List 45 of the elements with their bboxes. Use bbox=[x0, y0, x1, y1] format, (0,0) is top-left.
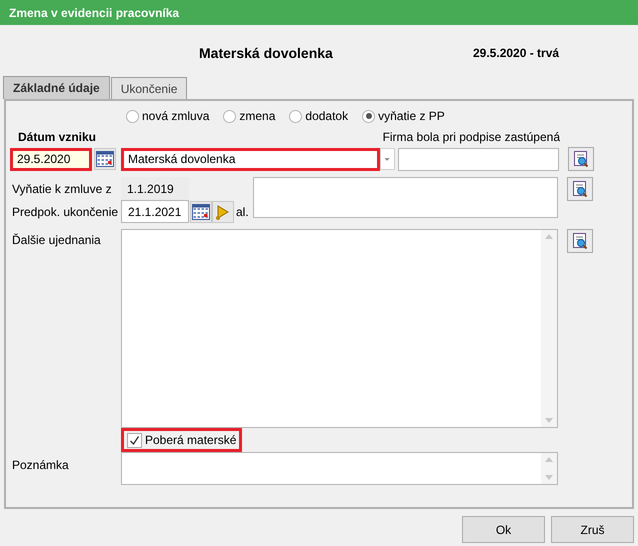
date-field[interactable]: 21.1.2021 bbox=[121, 200, 189, 223]
document-search-icon bbox=[572, 150, 590, 168]
radio-option[interactable]: nová zmluva bbox=[126, 109, 210, 123]
record-period: 29.5.2020 - trvá bbox=[473, 46, 560, 60]
text-area[interactable] bbox=[253, 177, 558, 218]
document-search-icon bbox=[571, 180, 589, 198]
tab[interactable]: Ukončenie bbox=[110, 77, 188, 99]
radio-option[interactable]: zmena bbox=[223, 109, 276, 123]
field-label: Poznámka bbox=[11, 457, 70, 472]
date-field[interactable]: 29.5.2020 bbox=[10, 148, 92, 170]
radio-button[interactable] bbox=[289, 110, 302, 122]
document-search-icon bbox=[571, 232, 589, 250]
radio-option[interactable]: dodatok bbox=[289, 109, 348, 123]
lookup-button[interactable] bbox=[567, 177, 593, 201]
scrollbar[interactable] bbox=[541, 230, 557, 427]
window-title: Zmena v evidencii pracovníka bbox=[9, 6, 180, 20]
reason-dropdown[interactable]: Materská dovolenka bbox=[121, 148, 380, 170]
field-label: Dátum vzniku bbox=[18, 130, 96, 144]
checkbox[interactable] bbox=[127, 432, 142, 448]
calendar-button[interactable] bbox=[94, 148, 116, 170]
dropdown-caret-icon[interactable] bbox=[380, 148, 395, 170]
radio-button[interactable] bbox=[362, 110, 376, 122]
radio-button[interactable] bbox=[126, 110, 139, 122]
dialog-button[interactable]: Zruš bbox=[551, 516, 634, 543]
field-label: Firma bola pri podpise zastúpená bbox=[382, 130, 560, 144]
radio-option[interactable]: vyňatie z PP bbox=[362, 109, 445, 123]
calendar-icon bbox=[96, 151, 114, 167]
readonly-field: 1.1.2019 bbox=[121, 177, 189, 200]
scrollbar[interactable] bbox=[541, 453, 557, 484]
checkbox-option[interactable]: Poberá materské bbox=[121, 428, 242, 452]
calendar-button[interactable] bbox=[190, 200, 212, 222]
lookup-button[interactable] bbox=[568, 147, 594, 171]
input-field[interactable] bbox=[398, 148, 559, 170]
tab[interactable]: Základné údaje bbox=[3, 76, 110, 99]
lookup-button[interactable] bbox=[567, 229, 593, 253]
calendar-icon bbox=[192, 204, 210, 220]
radio-button[interactable] bbox=[223, 110, 236, 122]
field-label: Vyňatie k zmluve z bbox=[11, 182, 113, 196]
field-label: Ďalšie ujednania bbox=[11, 232, 102, 247]
text-area[interactable] bbox=[121, 452, 558, 485]
record-type: Materská dovolenka bbox=[199, 44, 334, 60]
reminder-button[interactable] bbox=[212, 200, 234, 222]
field-label: al. bbox=[236, 204, 249, 218]
field-label: Predpok. ukončenie bbox=[11, 204, 120, 218]
dialog-button[interactable]: Ok bbox=[462, 516, 545, 543]
